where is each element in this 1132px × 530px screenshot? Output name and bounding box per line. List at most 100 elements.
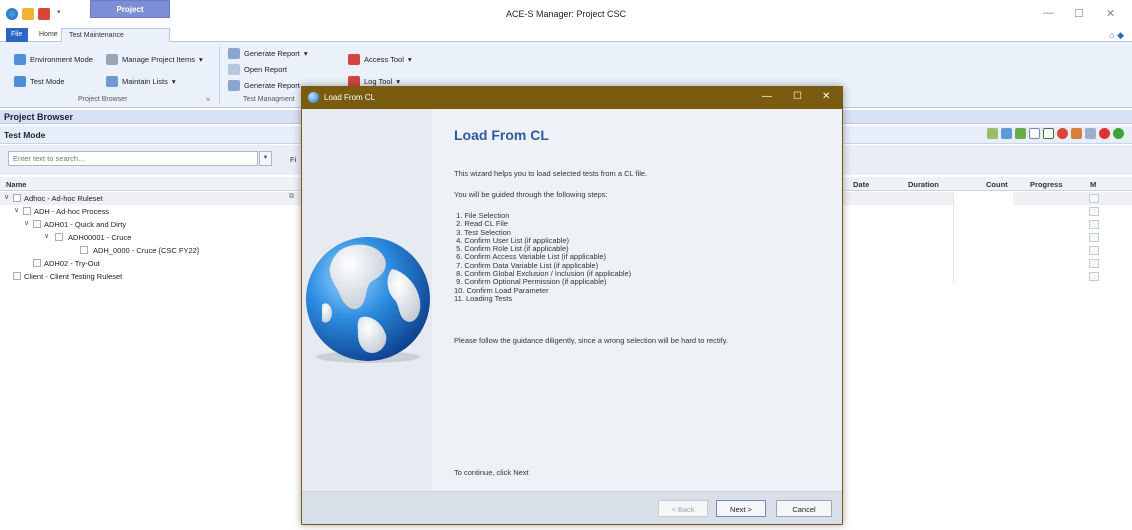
collapse-icon[interactable]	[1015, 128, 1026, 139]
back-button[interactable]: < Back	[658, 500, 708, 517]
maintain-lists-button[interactable]: Maintain Lists ▾	[106, 76, 176, 87]
generate-report-2-label: Generate Report	[244, 81, 300, 90]
open-report-button[interactable]: Open Report	[228, 64, 287, 75]
count-cell	[953, 218, 1013, 231]
stop-icon[interactable]	[1099, 128, 1110, 139]
count-cell	[953, 205, 1013, 218]
m-cell-icon[interactable]	[1089, 272, 1099, 281]
wizard-step: 11. Loading Tests	[454, 293, 513, 303]
environment-mode-button[interactable]: Environment Mode	[14, 54, 93, 65]
row-checkbox[interactable]	[33, 220, 41, 228]
tab-home[interactable]: Home	[32, 28, 65, 42]
row-label: Adhoc - Ad-hoc Ruleset	[24, 194, 103, 203]
row-checkbox[interactable]	[13, 272, 21, 280]
wrench-icon	[106, 54, 118, 65]
m-cell-icon[interactable]	[1089, 207, 1099, 216]
uncheck-all-icon[interactable]	[1029, 128, 1040, 139]
title-bar: ▾ Project ACE-S Manager: Project CSC — ☐…	[0, 0, 1132, 28]
column-duration[interactable]: Duration	[908, 180, 939, 189]
dropdown-arrow-icon: ▾	[198, 55, 203, 64]
maintain-lists-label: Maintain Lists	[122, 77, 168, 86]
dialog-title: Load From CL	[324, 93, 376, 102]
row-label: ADH - Ad-hoc Process	[34, 207, 110, 216]
chevron-down-icon[interactable]: ∨	[4, 193, 9, 201]
row-label: Client - Client Testing Ruleset	[24, 272, 123, 281]
row-checkbox[interactable]	[55, 233, 63, 241]
run-icon[interactable]	[1113, 128, 1124, 139]
m-cell-icon[interactable]	[1089, 246, 1099, 255]
tab-file[interactable]: File	[6, 28, 28, 42]
m-cell-icon[interactable]	[1089, 220, 1099, 229]
row-checkbox[interactable]	[23, 207, 31, 215]
check-all-icon[interactable]	[1043, 128, 1054, 139]
wizard-side-panel	[302, 109, 432, 491]
filter-icon[interactable]	[987, 128, 998, 139]
open-report-label: Open Report	[244, 65, 287, 74]
wizard-heading: Load From CL	[454, 127, 549, 143]
column-progress[interactable]: Progress	[1030, 180, 1063, 189]
expand-icon[interactable]	[1001, 128, 1012, 139]
access-tool-icon	[348, 54, 360, 65]
wizard-footer: < Back Next > Cancel	[302, 491, 842, 524]
export-icon[interactable]	[1071, 128, 1082, 139]
grid-toolbar	[987, 128, 1124, 139]
m-cell-icon[interactable]	[1089, 259, 1099, 268]
generate-report-label: Generate Report	[244, 49, 300, 58]
log-tool-label: Log Tool	[364, 77, 393, 86]
report-icon	[228, 80, 240, 91]
row-checkbox[interactable]	[80, 246, 88, 254]
globe-icon	[308, 92, 319, 103]
close-icon[interactable]: ✕	[1106, 7, 1115, 20]
row-checkbox[interactable]	[33, 259, 41, 267]
row-label: ADH02 - Try-Out	[44, 259, 100, 268]
dropdown-arrow-icon: ▾	[171, 77, 176, 86]
dropdown-arrow-icon: ▾	[303, 49, 308, 58]
report-icon	[228, 48, 240, 59]
row-edit-icon[interactable]: ⧉	[289, 193, 294, 201]
chevron-down-icon[interactable]: ∨	[44, 232, 49, 240]
access-tool-label: Access Tool	[364, 55, 404, 64]
wizard-continue-text: To continue, click Next	[454, 468, 529, 477]
row-checkbox[interactable]	[13, 194, 21, 202]
group-label-test-management: Test Managment	[243, 96, 295, 103]
dialog-minimize-icon[interactable]: —	[762, 91, 772, 102]
column-name[interactable]: Name	[6, 180, 26, 189]
access-tool-button[interactable]: Access Tool ▾	[348, 54, 412, 65]
maximize-icon[interactable]: ☐	[1074, 7, 1084, 20]
load-from-cl-dialog: Load From CL — ☐ ✕ Load From CL This wiz…	[301, 86, 843, 525]
dropdown-arrow-icon: ▾	[396, 77, 400, 86]
m-cell-icon[interactable]	[1089, 233, 1099, 242]
ribbon-collapse-icon[interactable]: ⌂ ◆	[1109, 30, 1124, 41]
dialog-title-bar[interactable]: Load From CL — ☐ ✕	[302, 87, 842, 109]
manage-project-items-label: Manage Project Items	[122, 55, 195, 64]
tab-test-maintenance[interactable]: Test Maintenance	[61, 28, 170, 43]
m-cell-icon[interactable]	[1089, 194, 1099, 203]
search-input[interactable]	[8, 151, 258, 166]
test-mode-label: Test Mode	[30, 77, 65, 86]
dialog-close-icon[interactable]: ✕	[822, 91, 830, 102]
open-report-icon	[228, 64, 240, 75]
chevron-down-icon[interactable]: ∨	[24, 219, 29, 227]
cancel-button[interactable]: Cancel	[776, 500, 832, 517]
search-dropdown-icon[interactable]: ▼	[259, 151, 272, 166]
column-count[interactable]: Count	[986, 180, 1008, 189]
list-icon	[106, 76, 118, 87]
manage-project-items-button[interactable]: Manage Project Items ▾	[106, 54, 203, 65]
wizard-steps-list: 1. File Selection 2. Read CL File 3. Tes…	[454, 211, 631, 303]
help-icon[interactable]	[1057, 128, 1068, 139]
minimize-icon[interactable]: —	[1043, 7, 1054, 19]
group-launcher-icon[interactable]: ⇲	[205, 96, 210, 103]
ribbon-tabs: File Home Test Maintenance	[0, 28, 1132, 43]
column-m[interactable]: M	[1090, 180, 1096, 189]
test-mode-button[interactable]: Test Mode	[14, 76, 65, 87]
wizard-guidance-text: Please follow the guidance diligently, s…	[454, 336, 729, 345]
find-button[interactable]: Fi	[290, 155, 296, 164]
chevron-down-icon[interactable]: ∨	[14, 206, 19, 214]
column-date[interactable]: Date	[853, 180, 869, 189]
generate-report-button[interactable]: Generate Report ▾	[228, 48, 308, 59]
window-title: ACE-S Manager: Project CSC	[505, 9, 627, 19]
dialog-maximize-icon[interactable]: ☐	[793, 91, 802, 102]
next-button[interactable]: Next >	[716, 500, 766, 517]
report-view-icon[interactable]	[1085, 128, 1096, 139]
generate-report-2-button[interactable]: Generate Report	[228, 80, 300, 91]
